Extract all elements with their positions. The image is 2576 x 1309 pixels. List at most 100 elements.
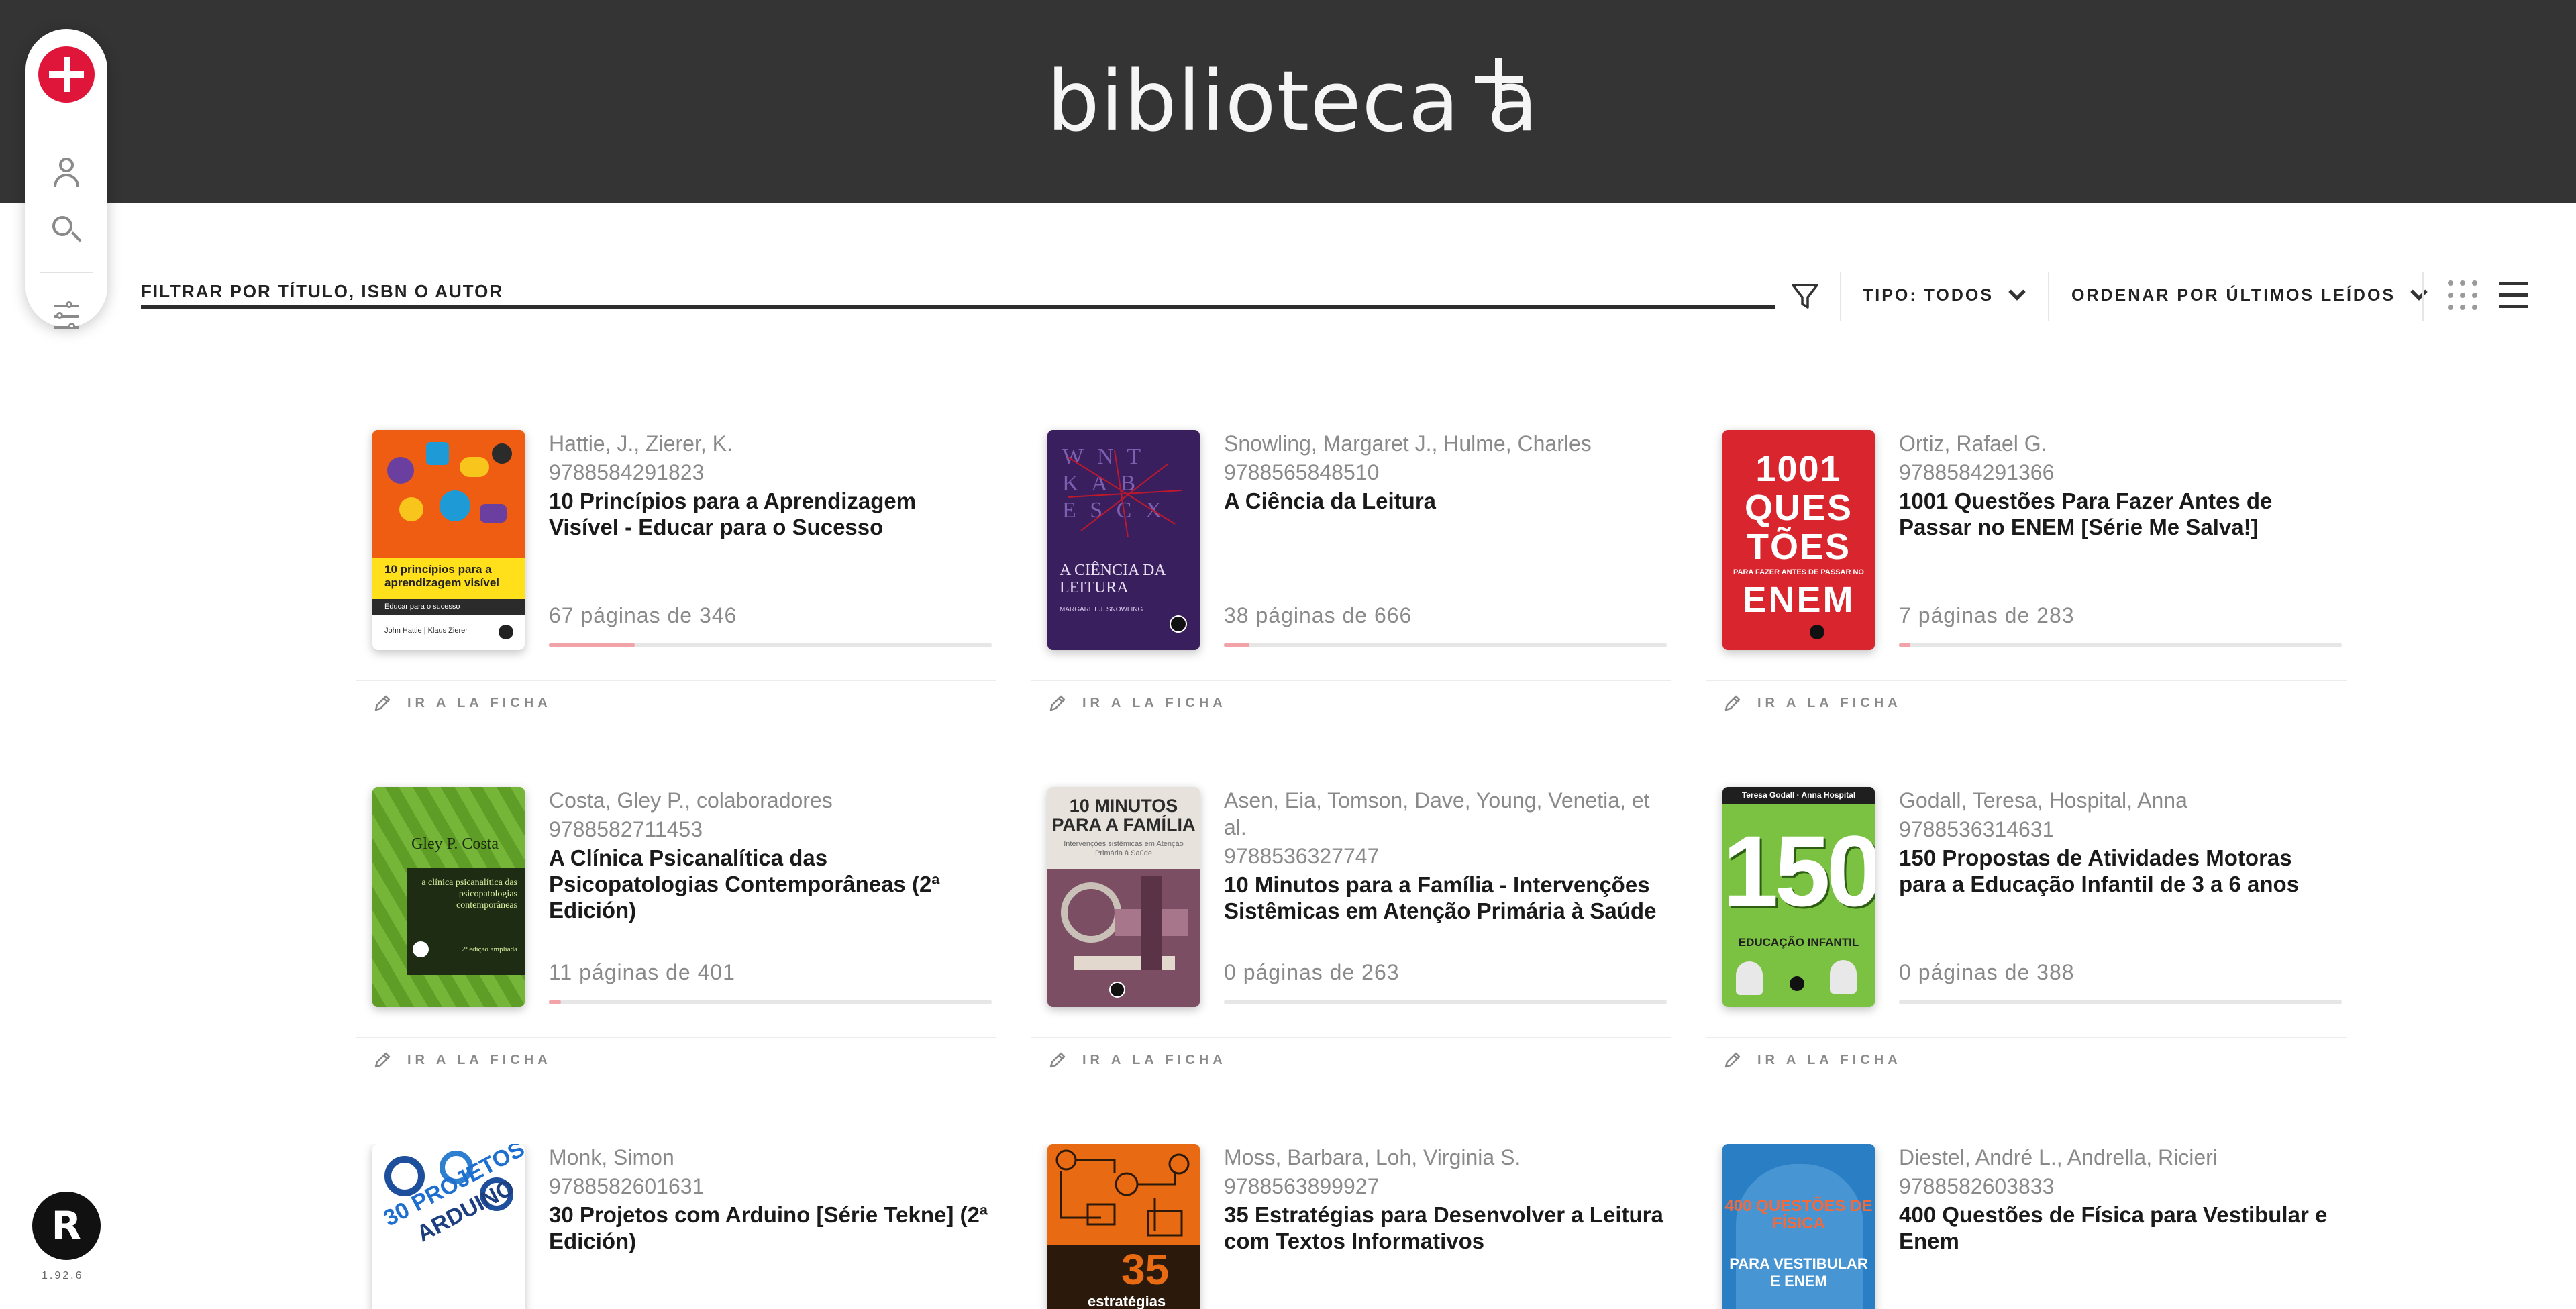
book-isbn: 9788582603833 (1899, 1174, 2055, 1198)
sort-label: ORDENAR POR ÚLTIMOS LEÍDOS (2071, 285, 2396, 305)
reading-progress-text: 0 páginas de 388 (1899, 960, 2075, 984)
book-cover[interactable]: 35 estratégias (1047, 1144, 1200, 1309)
book-isbn: 9788536327747 (1224, 844, 1380, 868)
type-filter-label: TIPO: TODOS (1863, 285, 1994, 305)
sliders-icon[interactable] (50, 301, 83, 334)
book-title[interactable]: A Ciência da Leitura (1224, 488, 1667, 514)
book-title[interactable]: 10 Princípios para a Aprendizagem Visíve… (549, 488, 992, 540)
list-view-icon[interactable] (2499, 282, 2528, 309)
go-to-record-label: IR A LA FICHA (1082, 695, 1227, 711)
reading-progress-text: 67 páginas de 346 (549, 603, 737, 627)
cover-title: 10 MINUTOS PARA A FAMÍLIA (1051, 796, 1196, 835)
publisher-icon (1790, 976, 1804, 991)
book-meta: Asen, Eia, Tomson, Dave, Young, Venetia,… (1224, 787, 1667, 924)
sort-dropdown[interactable]: ORDENAR POR ÚLTIMOS LEÍDOS (2071, 275, 2428, 315)
biblioteca-a-logo[interactable]: biblioteca a (1047, 48, 1538, 156)
book-cover[interactable]: 30 PROJETOS ARDUINO (372, 1144, 525, 1309)
book-isbn: 9788565848510 (1224, 460, 1380, 484)
grid-view-icon[interactable] (2448, 280, 2477, 310)
book-authors: Moss, Barbara, Loh, Virginia S. (1224, 1145, 1521, 1169)
decorative-shape (460, 457, 489, 477)
funnel-icon[interactable] (1790, 282, 1820, 311)
book-isbn: 9788584291823 (549, 460, 705, 484)
book-cover[interactable]: 10 princípios para a aprendizagem visíve… (372, 430, 525, 650)
app-header: biblioteca a (0, 0, 2576, 203)
cover-exam: ENEM (1742, 580, 1855, 620)
book-authors: Monk, Simon (549, 1145, 674, 1169)
pencil-icon (374, 1052, 391, 1068)
go-to-record-label: IR A LA FICHA (407, 1052, 552, 1067)
cover-title: 10 princípios para a aprendizagem visíve… (384, 563, 500, 589)
book-cover[interactable]: 10 MINUTOS PARA A FAMÍLIA Intervenções s… (1047, 787, 1200, 1007)
book-title[interactable]: 35 Estratégias para Desenvolver a Leitur… (1224, 1202, 1667, 1254)
go-to-record-link[interactable]: IR A LA FICHA (372, 690, 552, 717)
book-title[interactable]: 30 Projetos com Arduino [Série Tekne] (2… (549, 1202, 992, 1254)
book-card: 400 QUESTÕES DE FÍSICA PARA VESTIBULAR E… (1706, 1144, 2347, 1309)
go-to-record-link[interactable]: IR A LA FICHA (372, 1047, 552, 1074)
type-filter-dropdown[interactable]: TIPO: TODOS (1863, 275, 2026, 315)
book-isbn: 9788582711453 (549, 817, 703, 841)
progress-fill (549, 1000, 561, 1004)
decorative-shape (399, 497, 423, 521)
book-title[interactable]: 1001 Questões Para Fazer Antes de Passar… (1899, 488, 2342, 540)
cover-title-line: TÕES (1746, 527, 1851, 567)
cover-authors: Teresa Godall · Anna Hospital (1741, 790, 1856, 800)
book-card: W N TK A BE S C X A CIÊNCIA DA LEITURA M… (1031, 430, 1671, 739)
go-to-record-link[interactable]: IR A LA FICHA (1047, 690, 1227, 717)
book-card: Gley P. Costa a clínica psicanalítica da… (356, 787, 996, 1096)
filter-input[interactable] (141, 275, 1775, 309)
card-divider (356, 680, 996, 681)
pencil-icon (1724, 695, 1741, 711)
book-authors: Hattie, J., Zierer, K. (549, 431, 733, 456)
cover-title: 400 QUESTÕES DE FÍSICA (1724, 1197, 1873, 1233)
platform-logo[interactable]: R (32, 1192, 101, 1260)
logo-plus-icon (1475, 58, 1523, 106)
book-cover[interactable]: Teresa Godall · Anna Hospital 150 EDUCAÇ… (1722, 787, 1875, 1007)
cover-title: EDUCAÇÃO INFANTIL (1738, 936, 1859, 949)
cover-title-line: 1001 (1755, 449, 1842, 489)
book-cover[interactable]: 1001 QUES TÕES PARA FAZER ANTES DE PASSA… (1722, 430, 1875, 650)
decorative-circuit (1055, 1149, 1190, 1237)
book-card: 30 PROJETOS ARDUINO Monk, Simon 97885826… (356, 1144, 996, 1309)
book-cover[interactable]: W N TK A BE S C X A CIÊNCIA DA LEITURA M… (1047, 430, 1200, 650)
logo-text: biblioteca a (1047, 54, 1539, 150)
reading-progress-text: 0 páginas de 263 (1224, 960, 1400, 984)
progress-fill (549, 643, 635, 647)
publisher-icon (1170, 615, 1187, 633)
reading-progress-text: 38 páginas de 666 (1224, 603, 1412, 627)
book-title[interactable]: 400 Questões de Física para Vestibular e… (1899, 1202, 2342, 1254)
decorative-shape (426, 442, 449, 465)
book-title[interactable]: 150 Propostas de Atividades Motoras para… (1899, 845, 2342, 897)
book-meta: Ortiz, Rafael G. 9788584291366 1001 Ques… (1899, 430, 2342, 540)
book-title[interactable]: 10 Minutos para a Família - Intervenções… (1224, 872, 1667, 924)
toolbar-divider (1840, 272, 1841, 321)
progress-bar (549, 643, 992, 647)
progress-bar (1224, 1000, 1667, 1004)
decorative-figure (1830, 960, 1857, 994)
cover-edition: 2ª edição ampliada (461, 945, 517, 953)
cover-subtitle: Intervenções sistêmicas em Atenção Primá… (1064, 840, 1184, 857)
plus-icon[interactable] (38, 46, 95, 103)
decorative-shape (440, 490, 470, 521)
book-cover[interactable]: 400 QUESTÕES DE FÍSICA PARA VESTIBULAR E… (1722, 1144, 1875, 1309)
book-authors: Costa, Gley P., colaboradores (549, 788, 833, 813)
go-to-record-label: IR A LA FICHA (1757, 695, 1902, 711)
go-to-record-label: IR A LA FICHA (1757, 1052, 1902, 1067)
decorative-lines (1067, 450, 1182, 538)
go-to-record-link[interactable]: IR A LA FICHA (1722, 1047, 1902, 1074)
book-authors: Diestel, André L., Andrella, Ricieri (1899, 1145, 2218, 1169)
book-isbn: 9788584291366 (1899, 460, 2055, 484)
reading-progress-text: 7 páginas de 283 (1899, 603, 2075, 627)
search-icon[interactable] (50, 213, 83, 247)
book-meta: Snowling, Margaret J., Hulme, Charles 97… (1224, 430, 1667, 514)
progress-bar (1224, 643, 1667, 647)
cover-title: estratégias (1088, 1293, 1166, 1309)
go-to-record-link[interactable]: IR A LA FICHA (1047, 1047, 1227, 1074)
decorative-shape (387, 457, 414, 484)
user-icon[interactable] (50, 156, 83, 190)
book-card: 10 princípios para a aprendizagem visíve… (356, 430, 996, 739)
book-title[interactable]: A Clínica Psicanalítica das Psicopatolog… (549, 845, 992, 923)
book-cover[interactable]: Gley P. Costa a clínica psicanalítica da… (372, 787, 525, 1007)
go-to-record-link[interactable]: IR A LA FICHA (1722, 690, 1902, 717)
progress-fill (1224, 643, 1249, 647)
